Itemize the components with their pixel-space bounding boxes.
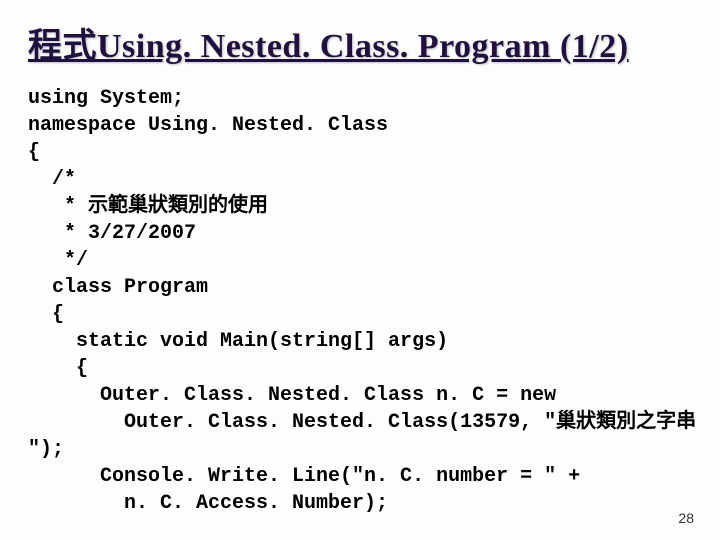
slide: 程式Using. Nested. Class. Program (1/2) us… [0, 0, 720, 540]
code-block: using System; namespace Using. Nested. C… [28, 85, 692, 517]
slide-title: 程式Using. Nested. Class. Program (1/2) [28, 18, 692, 67]
page-number: 28 [678, 510, 694, 526]
